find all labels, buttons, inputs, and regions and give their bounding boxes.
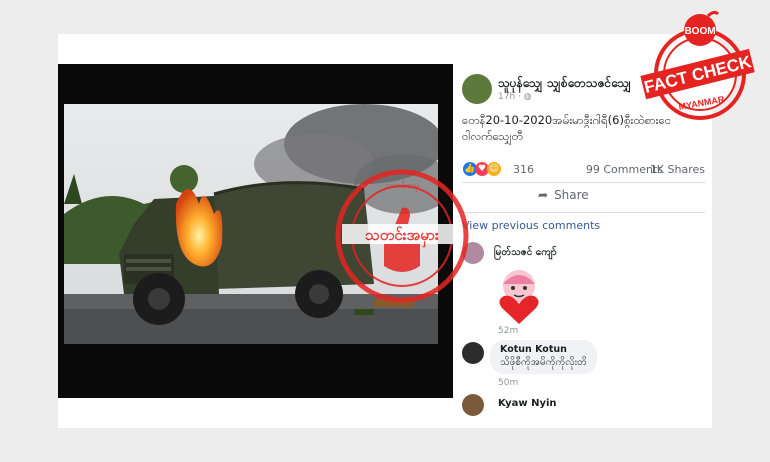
poster-name[interactable]: သူပုန်သျှေ သျှစ်တေသဇင်သျှေ	[498, 75, 631, 93]
globe-icon: ◍	[523, 92, 532, 102]
stamp-ring-text: သတင်းအမှ	[385, 180, 419, 192]
comment-text: သိဖိုစီကိုအမိကိုကိုလိုးတိ	[500, 357, 587, 368]
boom-brand-text: BOOM	[684, 26, 715, 37]
comment-bubble: Kotun Kotun သိဖိုစီကိုအမိကိုကိုလိုးတိ	[490, 340, 597, 374]
commenter-avatar[interactable]	[462, 394, 484, 416]
post-timestamp[interactable]: 17h · ◍	[498, 92, 532, 102]
share-button[interactable]: ➦ Share	[538, 188, 589, 202]
haha-icon[interactable]: ☺	[487, 162, 501, 176]
share-label: Share	[554, 188, 589, 202]
reaction-bar: 👍 ♥ ☺ 316 99 Comments 1K Shares	[463, 160, 705, 178]
comment-time[interactable]: 52m	[498, 326, 518, 336]
shares-count[interactable]: 1K Shares	[650, 163, 705, 176]
comment-author[interactable]: မြတ်သဇင် ကျော်	[494, 245, 557, 260]
poster-avatar[interactable]	[462, 74, 492, 104]
divider	[462, 212, 705, 213]
divider	[462, 182, 705, 183]
false-news-stamp: သတင်းအမှား သတင်းအမှ	[332, 166, 472, 306]
comment-author[interactable]: Kyaw Nyin	[498, 398, 557, 409]
share-icon: ➦	[538, 188, 549, 202]
view-previous-comments-link[interactable]: View previous comments	[462, 219, 600, 232]
reaction-count[interactable]: 316	[513, 163, 534, 176]
boom-fact-check-badge: BOOM FACT CHECK MYANMAR	[638, 8, 758, 124]
hug-heart-sticker	[488, 264, 550, 326]
comment-author[interactable]: Kotun Kotun	[500, 344, 587, 355]
commenter-avatar[interactable]	[462, 342, 484, 364]
post-text-line-2: ဝါလက်သျှေတီ	[462, 129, 523, 143]
comment-time[interactable]: 50m	[498, 378, 518, 388]
post-time-text: 17h ·	[498, 92, 524, 102]
